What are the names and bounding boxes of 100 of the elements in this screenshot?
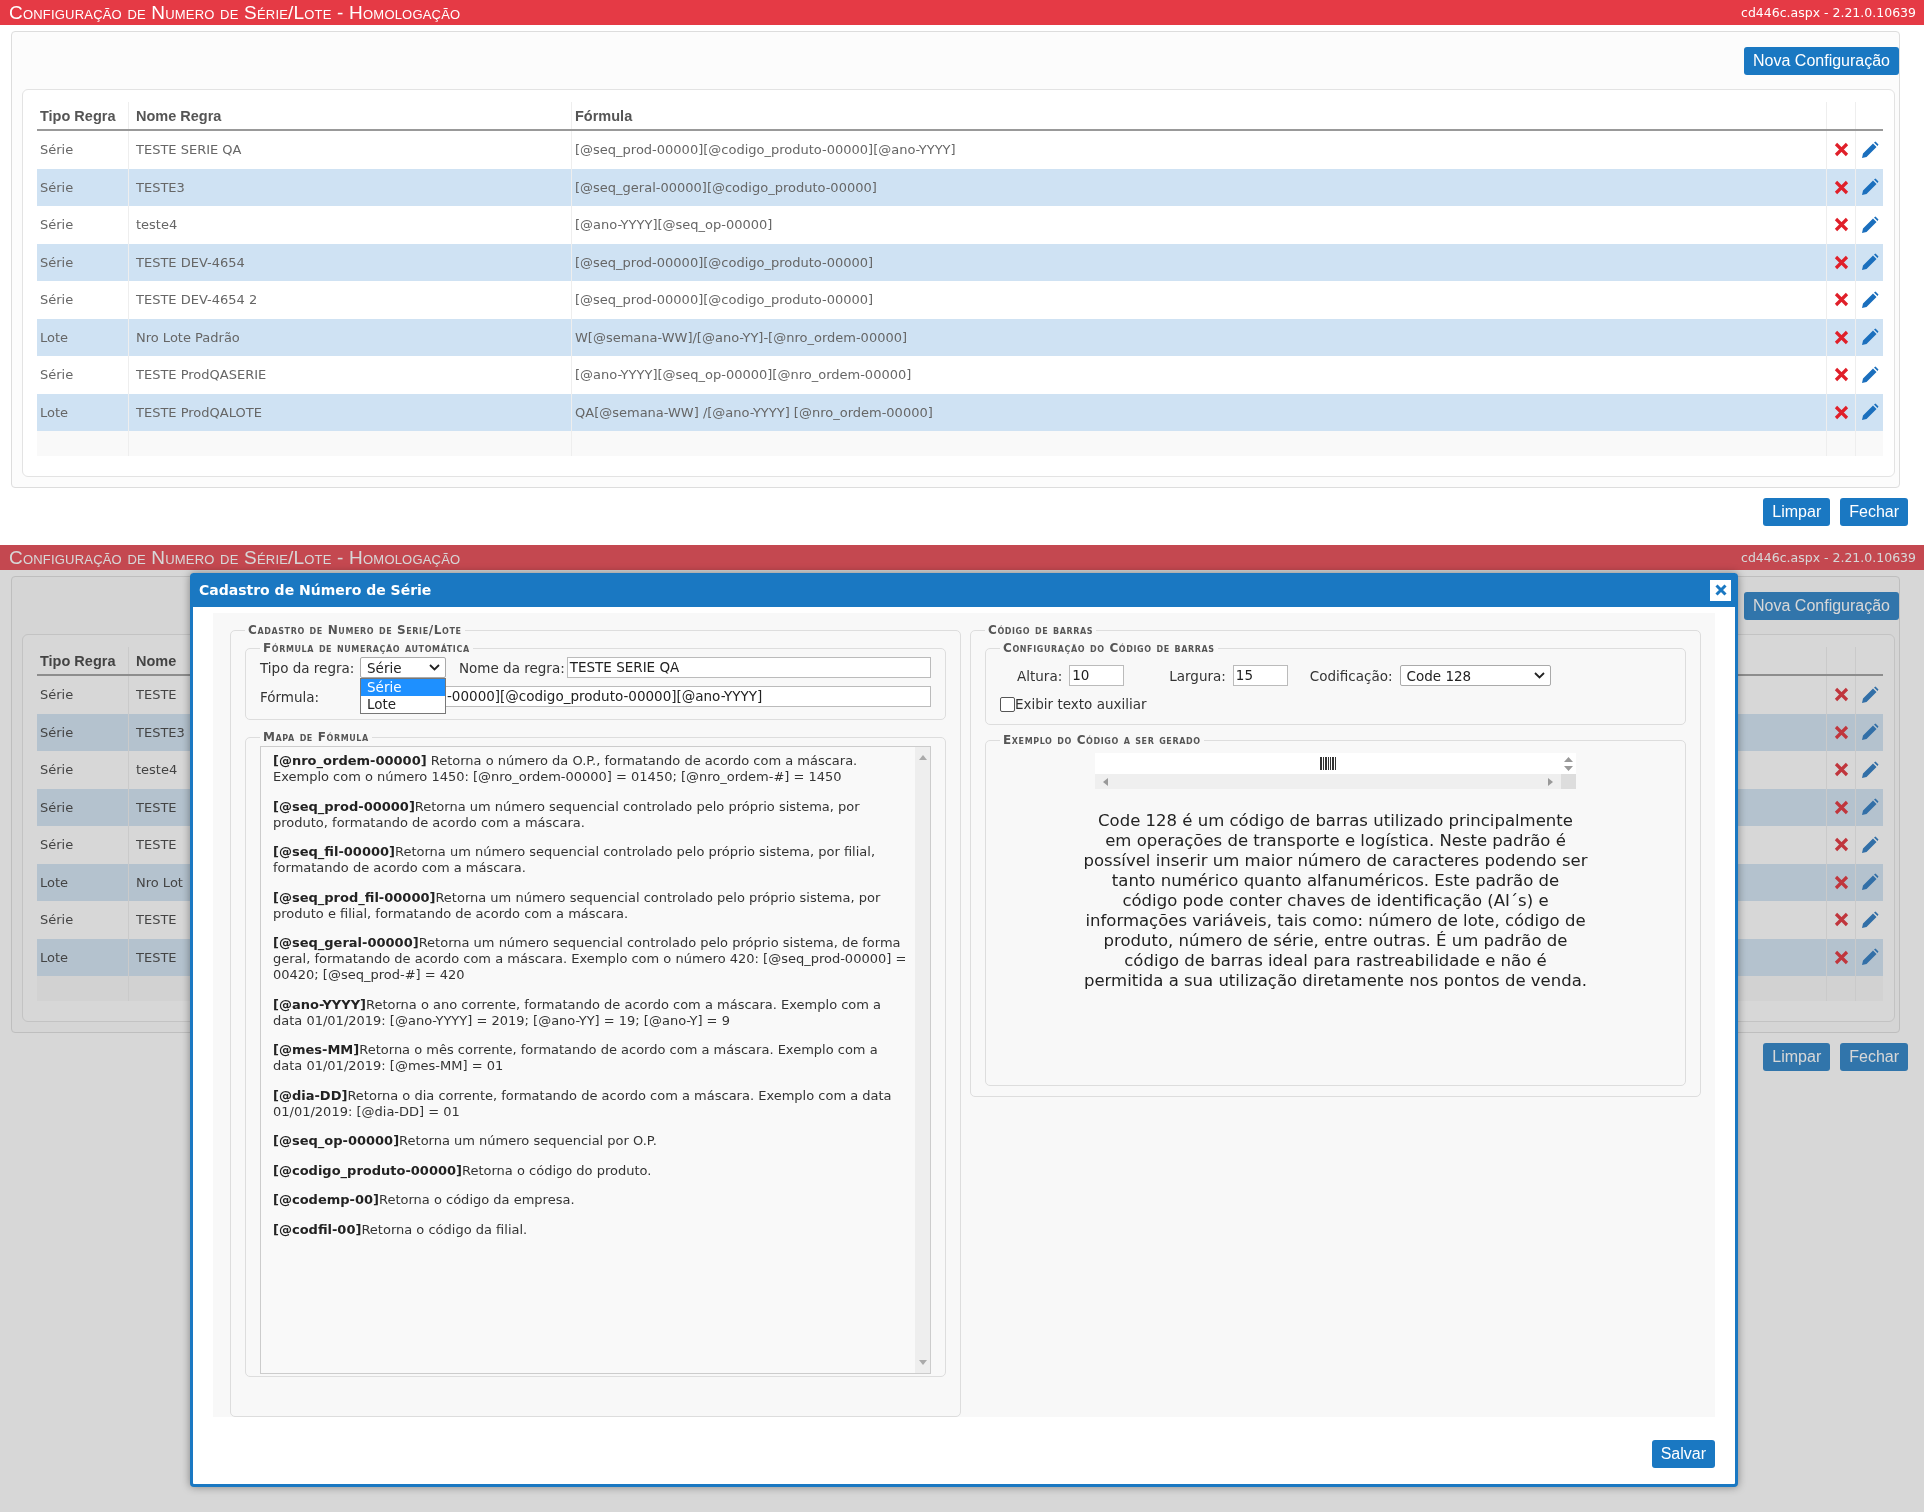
delete-icon[interactable] xyxy=(1833,949,1849,965)
pencil-icon[interactable] xyxy=(1860,760,1879,779)
rule-name-field[interactable]: TESTE SERIE QA xyxy=(566,657,931,678)
table-cell: Série xyxy=(40,799,74,815)
field-label: Nome da regra: xyxy=(459,659,565,676)
delete-icon[interactable] xyxy=(1833,292,1849,308)
pencil-icon[interactable] xyxy=(1860,328,1879,347)
pencil-icon[interactable] xyxy=(1860,178,1879,197)
pencil-icon[interactable] xyxy=(1860,873,1879,892)
table-cell: teste4 xyxy=(136,762,178,778)
delete-icon[interactable] xyxy=(1833,404,1849,420)
delete-icon[interactable] xyxy=(1833,762,1849,778)
formula-description: [@seq_prod-00000]Retorna um número sequencial controlado pelo próprio sistema, por produto, formatando de acordo com a máscara. xyxy=(273,798,861,831)
barcode-drawing xyxy=(1320,757,1336,770)
table-cell: [@seq_geral-00000][@codigo_produto-00000] xyxy=(575,179,877,195)
spin-arrows-icon[interactable] xyxy=(1564,755,1573,773)
new-config-button[interactable]: Nova Configuração xyxy=(1744,592,1899,620)
table-cell: [@seq_prod-00000][@codigo_produto-00000][@ano-YYYY] xyxy=(575,142,956,158)
close-icon[interactable] xyxy=(1714,584,1727,596)
pencil-icon[interactable] xyxy=(1860,290,1879,309)
table-cell: Série xyxy=(40,912,74,928)
delete-icon[interactable] xyxy=(1833,142,1849,158)
delete-icon[interactable] xyxy=(1833,724,1849,740)
version-text: cd446c.aspx - 2.21.0.10639 xyxy=(1741,5,1916,20)
formula-description: [@nro_ordem-00000] Retorna o número da O.P., formatando de acordo com a máscara. Exemplo com o número 1450: [@nro_ordem-00000] = 01450; [@nro_ordem-#] = 1450 xyxy=(273,753,859,785)
encoding-description: Code 128 é um código de barras utilizado principalmente em operações de transporte e logística. Neste padrão é possível inserir um maior número de caracteres podendo ser tanto numérico quanto alfanuméricos. Este padrão de código pode conter chaves de identificação (AI´s) e informações variáveis, tais como: número de lote, código de produto, número de série, entre outras. É um padrão de código de barras ideal para rastreabilidade e não é permitida a sua utilização diretamente nos pontos de venda. xyxy=(1083,811,1588,991)
delete-icon[interactable] xyxy=(1833,912,1849,928)
action-button[interactable]: Fechar xyxy=(1840,498,1908,526)
pencil-icon[interactable] xyxy=(1860,723,1879,742)
pencil-icon[interactable] xyxy=(1860,365,1879,384)
delete-icon[interactable] xyxy=(1833,329,1849,345)
field-label: Largura: xyxy=(1169,667,1226,684)
pencil-icon[interactable] xyxy=(1860,253,1879,272)
formula-description: [@codfil-00]Retorna o código da filial. xyxy=(273,1221,529,1238)
scroll-right-icon[interactable] xyxy=(1548,777,1553,786)
pencil-icon[interactable] xyxy=(1860,835,1879,854)
table-cell: TESTE xyxy=(136,912,177,928)
delete-icon[interactable] xyxy=(1833,254,1849,270)
table-cell: Série xyxy=(40,142,74,158)
delete-icon[interactable] xyxy=(1833,799,1849,815)
action-button[interactable]: Fechar xyxy=(1840,1043,1908,1071)
scrollbar[interactable] xyxy=(915,747,930,1373)
table-cell: Lote xyxy=(40,404,69,420)
pencil-icon[interactable] xyxy=(1860,948,1879,967)
action-button[interactable]: Limpar xyxy=(1763,498,1831,526)
table-cell: TESTE ProdQASERIE xyxy=(136,367,267,383)
table-cell: teste4 xyxy=(136,217,178,233)
pencil-icon[interactable] xyxy=(1860,685,1879,704)
table-cell: TESTE DEV-4654 2 xyxy=(136,292,258,308)
save-button[interactable]: Salvar xyxy=(1651,1440,1715,1468)
close-button[interactable] xyxy=(1710,579,1731,601)
table-cell: [@ano-YYYY][@seq_op-00000] xyxy=(575,217,773,233)
delete-icon[interactable] xyxy=(1833,874,1849,890)
rule-type-select[interactable]: Série xyxy=(360,657,446,678)
delete-icon[interactable] xyxy=(1833,687,1849,703)
height-field[interactable]: 10 xyxy=(1069,665,1125,686)
scroll-left-icon[interactable] xyxy=(1103,777,1108,786)
formula-description: [@seq_op-00000]Retorna um número sequencial por O.P. xyxy=(273,1133,658,1149)
pencil-icon[interactable] xyxy=(1860,798,1879,817)
pencil-icon[interactable] xyxy=(1860,215,1879,234)
width-field[interactable]: 15 xyxy=(1232,665,1288,686)
checkbox[interactable] xyxy=(1000,696,1015,712)
table-cell: [@seq_prod-00000][@codigo_produto-00000] xyxy=(575,254,874,270)
scrollbar[interactable] xyxy=(1095,774,1561,789)
table-cell: TESTE ProdQALOTE xyxy=(136,404,262,420)
scroll-down-icon[interactable] xyxy=(918,1360,927,1365)
page-title: Configuração de Numero de Série/Lote - Homologação xyxy=(9,546,461,569)
section-title: Configuração do Código de barras xyxy=(1002,641,1216,655)
table-cell: Série xyxy=(40,724,74,740)
delete-icon[interactable] xyxy=(1833,217,1849,233)
delete-icon[interactable] xyxy=(1833,179,1849,195)
table-cell: Lote xyxy=(40,329,69,345)
scroll-up-icon[interactable] xyxy=(918,755,927,760)
delete-icon[interactable] xyxy=(1833,837,1849,853)
table-cell: TESTE DEV-4654 xyxy=(136,254,245,270)
dropdown-option[interactable]: Série xyxy=(361,679,445,696)
table-cell: TESTE xyxy=(136,687,177,703)
table-cell: TESTE3 xyxy=(136,179,185,195)
table-cell: Série xyxy=(40,687,74,703)
new-config-button[interactable]: Nova Configuração xyxy=(1744,47,1899,75)
pencil-icon[interactable] xyxy=(1860,140,1879,159)
formula-description: [@codigo_produto-00000]Retorna o código do produto. xyxy=(273,1162,653,1179)
column-header: Tipo Regra xyxy=(37,647,129,674)
table-cell: TESTE xyxy=(136,799,177,815)
table-cell: Série xyxy=(40,762,74,778)
formula-description: [@dia-DD]Retorna o dia corrente, formatando de acordo com a máscara. Exemplo com a data 01/01/2019: [@dia-DD] = 01 xyxy=(273,1087,893,1120)
field-label: Fórmula: xyxy=(260,688,321,705)
pencil-icon[interactable] xyxy=(1860,403,1879,422)
table-cell: Nro Lot xyxy=(136,874,183,890)
scrollbar-corner xyxy=(1561,774,1576,789)
delete-icon[interactable] xyxy=(1833,367,1849,383)
formula-description: [@seq_geral-00000]Retorna um número sequencial controlado pelo próprio sistema, de forma geral, formatando de acordo com a máscara. Exemplo com o número 420: [@seq_prod-00000] = 00420; [@seq_prod-#] = 420 xyxy=(273,935,908,983)
encoding-select[interactable]: Code 128 xyxy=(1399,665,1551,686)
pencil-icon[interactable] xyxy=(1860,910,1879,929)
chevron-icon xyxy=(1533,672,1545,679)
checkbox-label: Exibir texto auxiliar xyxy=(1015,696,1147,712)
action-button[interactable]: Limpar xyxy=(1763,1043,1831,1071)
formula-description: [@seq_prod_fil-00000]Retorna um número sequencial controlado pelo próprio sistema, por produto e filial, formatando de acordo com a máscara. xyxy=(273,889,882,922)
page-title: Configuração de Numero de Série/Lote - Homologação xyxy=(9,1,461,24)
table-cell: Série xyxy=(40,217,74,233)
